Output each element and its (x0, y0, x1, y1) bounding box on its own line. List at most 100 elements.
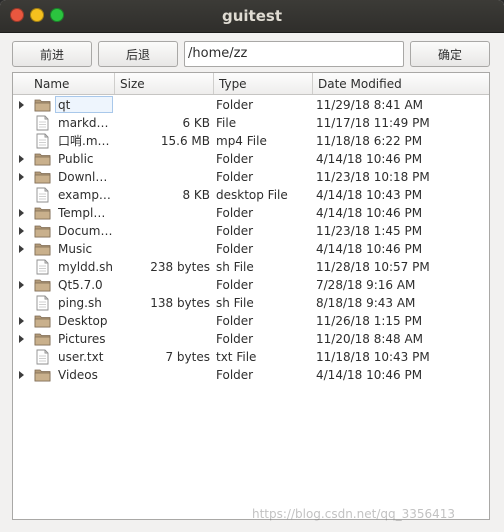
file-date-modified: 11/26/18 1:15 PM (316, 314, 423, 328)
file-date-modified: 7/28/18 9:16 AM (316, 278, 416, 292)
back-button[interactable]: 后退 (98, 41, 178, 67)
table-row[interactable]: myldd.sh 238 bytes sh File 11/28/18 10:57 P… (13, 258, 489, 276)
file-icon (34, 349, 51, 365)
file-tree-view[interactable]: Name Size Type Date Modified qt Folder 11/… (12, 72, 490, 520)
file-size (115, 222, 210, 240)
file-size (115, 366, 210, 384)
file-type: Folder (216, 314, 254, 328)
file-type: sh File (216, 260, 254, 274)
file-icon (34, 259, 51, 275)
file-size (115, 168, 210, 186)
file-name: Music (58, 242, 93, 256)
file-name: user.txt (58, 350, 104, 364)
table-row[interactable]: Qt5.7.0 Folder 7/28/18 9:16 AM (13, 276, 489, 294)
table-row[interactable]: Pictures Folder 11/20/18 8:48 AM (13, 330, 489, 348)
column-header-name[interactable]: Name (29, 73, 115, 94)
file-date-modified: 4/14/18 10:46 PM (316, 368, 423, 382)
file-date-modified: 11/23/18 10:18 PM (316, 170, 430, 184)
file-type: mp4 File (216, 134, 267, 148)
file-size (115, 276, 210, 294)
expand-arrow-icon[interactable] (19, 173, 24, 181)
expand-arrow-icon[interactable] (19, 155, 24, 163)
folder-icon (34, 205, 51, 221)
table-row[interactable]: markd… 6 KB File 11/17/18 11:49 PM (13, 114, 489, 132)
table-row[interactable]: Public Folder 4/14/18 10:46 PM (13, 150, 489, 168)
file-name: Desktop (58, 314, 108, 328)
table-row[interactable]: Docum… Folder 11/23/18 1:45 PM (13, 222, 489, 240)
table-row[interactable]: Downl… Folder 11/23/18 10:18 PM (13, 168, 489, 186)
table-row[interactable]: qt Folder 11/29/18 8:41 AM (13, 96, 489, 114)
expand-arrow-icon[interactable] (19, 101, 24, 109)
expand-arrow-icon[interactable] (19, 335, 24, 343)
file-date-modified: 8/18/18 9:43 AM (316, 296, 416, 310)
folder-icon (34, 241, 51, 257)
file-type: Folder (216, 332, 254, 346)
file-size: 8 KB (182, 188, 210, 202)
table-row[interactable]: 口哨.m… 15.6 MB mp4 File 11/18/18 6:22 PM (13, 132, 489, 150)
file-name: myldd.sh (58, 260, 113, 274)
folder-icon (34, 367, 51, 383)
file-type: txt File (216, 350, 257, 364)
file-date-modified: 11/18/18 6:22 PM (316, 134, 423, 148)
table-row[interactable]: Templ… Folder 4/14/18 10:46 PM (13, 204, 489, 222)
table-row[interactable]: examp… 8 KB desktop File 4/14/18 10:43 PM (13, 186, 489, 204)
file-date-modified: 4/14/18 10:46 PM (316, 242, 423, 256)
expand-arrow-icon[interactable] (19, 227, 24, 235)
file-name: Qt5.7.0 (58, 278, 103, 292)
file-date-modified: 4/14/18 10:46 PM (316, 152, 423, 166)
column-header-size[interactable]: Size (115, 73, 214, 94)
file-size (115, 240, 210, 258)
table-row[interactable]: user.txt 7 bytes txt File 11/18/18 10:43 PM (13, 348, 489, 366)
expand-arrow-icon[interactable] (19, 209, 24, 217)
folder-icon (34, 151, 51, 167)
folder-icon (34, 313, 51, 329)
file-type: Folder (216, 368, 254, 382)
title-bar: guitest (0, 0, 504, 33)
watermark-text: https://blog.csdn.net/qq_3356413 (252, 507, 456, 521)
table-row[interactable]: Desktop Folder 11/26/18 1:15 PM (13, 312, 489, 330)
file-size (115, 204, 210, 222)
file-date-modified: 11/17/18 11:49 PM (316, 116, 430, 130)
file-size (115, 150, 210, 168)
file-type: Folder (216, 278, 254, 292)
file-name: Downl… (58, 170, 108, 184)
folder-icon (34, 97, 51, 113)
file-type: sh File (216, 296, 254, 310)
table-row[interactable]: ping.sh 138 bytes sh File 8/18/18 9:43 AM (13, 294, 489, 312)
file-type: desktop File (216, 188, 288, 202)
file-date-modified: 11/29/18 8:41 AM (316, 98, 424, 112)
file-size: 138 bytes (150, 296, 210, 310)
file-name: ping.sh (58, 296, 102, 310)
table-row[interactable]: Videos Folder 4/14/18 10:46 PM (13, 366, 489, 384)
folder-icon (34, 169, 51, 185)
file-date-modified: 11/23/18 1:45 PM (316, 224, 423, 238)
file-name: qt (58, 98, 71, 112)
file-date-modified: 4/14/18 10:43 PM (316, 188, 423, 202)
expand-arrow-icon[interactable] (19, 317, 24, 325)
file-type: Folder (216, 98, 254, 112)
file-size: 15.6 MB (160, 134, 210, 148)
column-header-date-modified[interactable]: Date Modified (313, 73, 489, 94)
table-header: Name Size Type Date Modified (13, 73, 489, 95)
file-name: Pictures (58, 332, 106, 346)
folder-icon (34, 277, 51, 293)
file-date-modified: 4/14/18 10:46 PM (316, 206, 423, 220)
file-name: Docum… (58, 224, 113, 238)
expand-arrow-icon[interactable] (19, 245, 24, 253)
window-title: guitest (222, 7, 282, 25)
file-icon (34, 115, 51, 131)
file-name: Public (58, 152, 94, 166)
file-size (115, 330, 210, 348)
table-row[interactable]: Music Folder 4/14/18 10:46 PM (13, 240, 489, 258)
path-input[interactable]: /home/zz (184, 41, 404, 67)
confirm-button[interactable]: 确定 (410, 41, 490, 67)
column-header-type[interactable]: Type (214, 73, 313, 94)
file-icon (34, 295, 51, 311)
forward-button[interactable]: 前进 (12, 41, 92, 67)
file-size (115, 312, 210, 330)
file-date-modified: 11/18/18 10:43 PM (316, 350, 430, 364)
folder-icon (34, 331, 51, 347)
expand-arrow-icon[interactable] (19, 281, 24, 289)
expand-arrow-icon[interactable] (19, 371, 24, 379)
file-name: 口哨.m… (58, 134, 110, 148)
